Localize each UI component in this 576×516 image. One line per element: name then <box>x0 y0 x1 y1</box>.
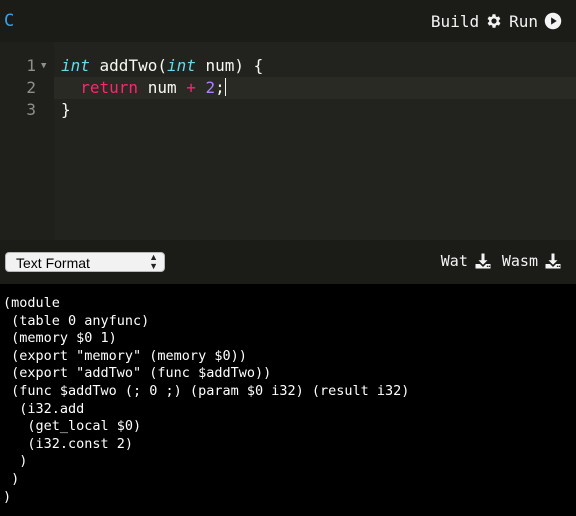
fold-arrow-icon[interactable]: ▼ <box>41 55 46 77</box>
build-label: Build <box>430 11 480 31</box>
wat-output: (module (table 0 anyfunc) (memory $0 1) … <box>3 295 409 506</box>
code-line: 1 ▼ int addTwo(int num) { <box>0 55 576 77</box>
output-format-select[interactable]: Text Format ▲ ▼ <box>5 252 165 272</box>
output-line: ) <box>3 453 28 470</box>
output-line: (memory $0 1) <box>3 330 117 347</box>
play-circle-icon <box>544 12 562 30</box>
output-line: (table 0 anyfunc) <box>3 312 150 329</box>
output-line: (get_local $0) <box>3 418 142 435</box>
download-icon <box>475 253 491 269</box>
output-line: ) <box>3 470 20 487</box>
code-editor[interactable]: 1 ▼ int addTwo(int num) { 2 return num +… <box>0 42 576 240</box>
output-line: (i32.add <box>3 400 85 417</box>
output-line: ) <box>3 488 12 505</box>
build-button[interactable]: Build <box>431 12 503 31</box>
wat-label: Wat <box>440 252 468 270</box>
code-text: return num + 2; <box>80 78 226 97</box>
header-bar: C Build Run <box>0 0 576 42</box>
line-number: 1 <box>26 56 36 75</box>
output-line: (export "memory" (memory $0)) <box>3 347 247 364</box>
code-text: int addTwo(int num) { <box>61 56 264 75</box>
select-arrows-icon: ▲ ▼ <box>149 252 158 271</box>
output-line: (func $addTwo (; 0 ;) (param $0 i32) (re… <box>3 382 410 399</box>
code-line: 3 } <box>0 99 576 121</box>
gear-icon <box>487 14 501 28</box>
download-icon <box>545 253 561 269</box>
output-line: (module <box>3 295 60 311</box>
text-cursor <box>224 78 226 96</box>
run-button[interactable]: Run <box>509 12 562 31</box>
download-wat-button[interactable]: Wat <box>441 252 492 270</box>
header-actions: Build Run <box>431 10 562 32</box>
download-wasm-button[interactable]: Wasm <box>502 252 562 270</box>
download-actions: Wat Wasm <box>441 250 562 272</box>
language-label: C <box>4 11 15 31</box>
line-number: 2 <box>26 78 36 97</box>
output-line: (i32.const 2) <box>3 435 134 452</box>
run-label: Run <box>509 11 538 31</box>
code-text: } <box>61 100 71 119</box>
output-format-value: Text Format <box>16 255 90 271</box>
wasm-label: Wasm <box>501 252 538 270</box>
output-line: (export "addTwo" (func $addTwo)) <box>3 365 272 382</box>
line-number: 3 <box>26 100 36 119</box>
output-panel[interactable]: (module (table 0 anyfunc) (memory $0 1) … <box>0 284 576 516</box>
code-line-active: 2 return num + 2; <box>0 77 576 99</box>
